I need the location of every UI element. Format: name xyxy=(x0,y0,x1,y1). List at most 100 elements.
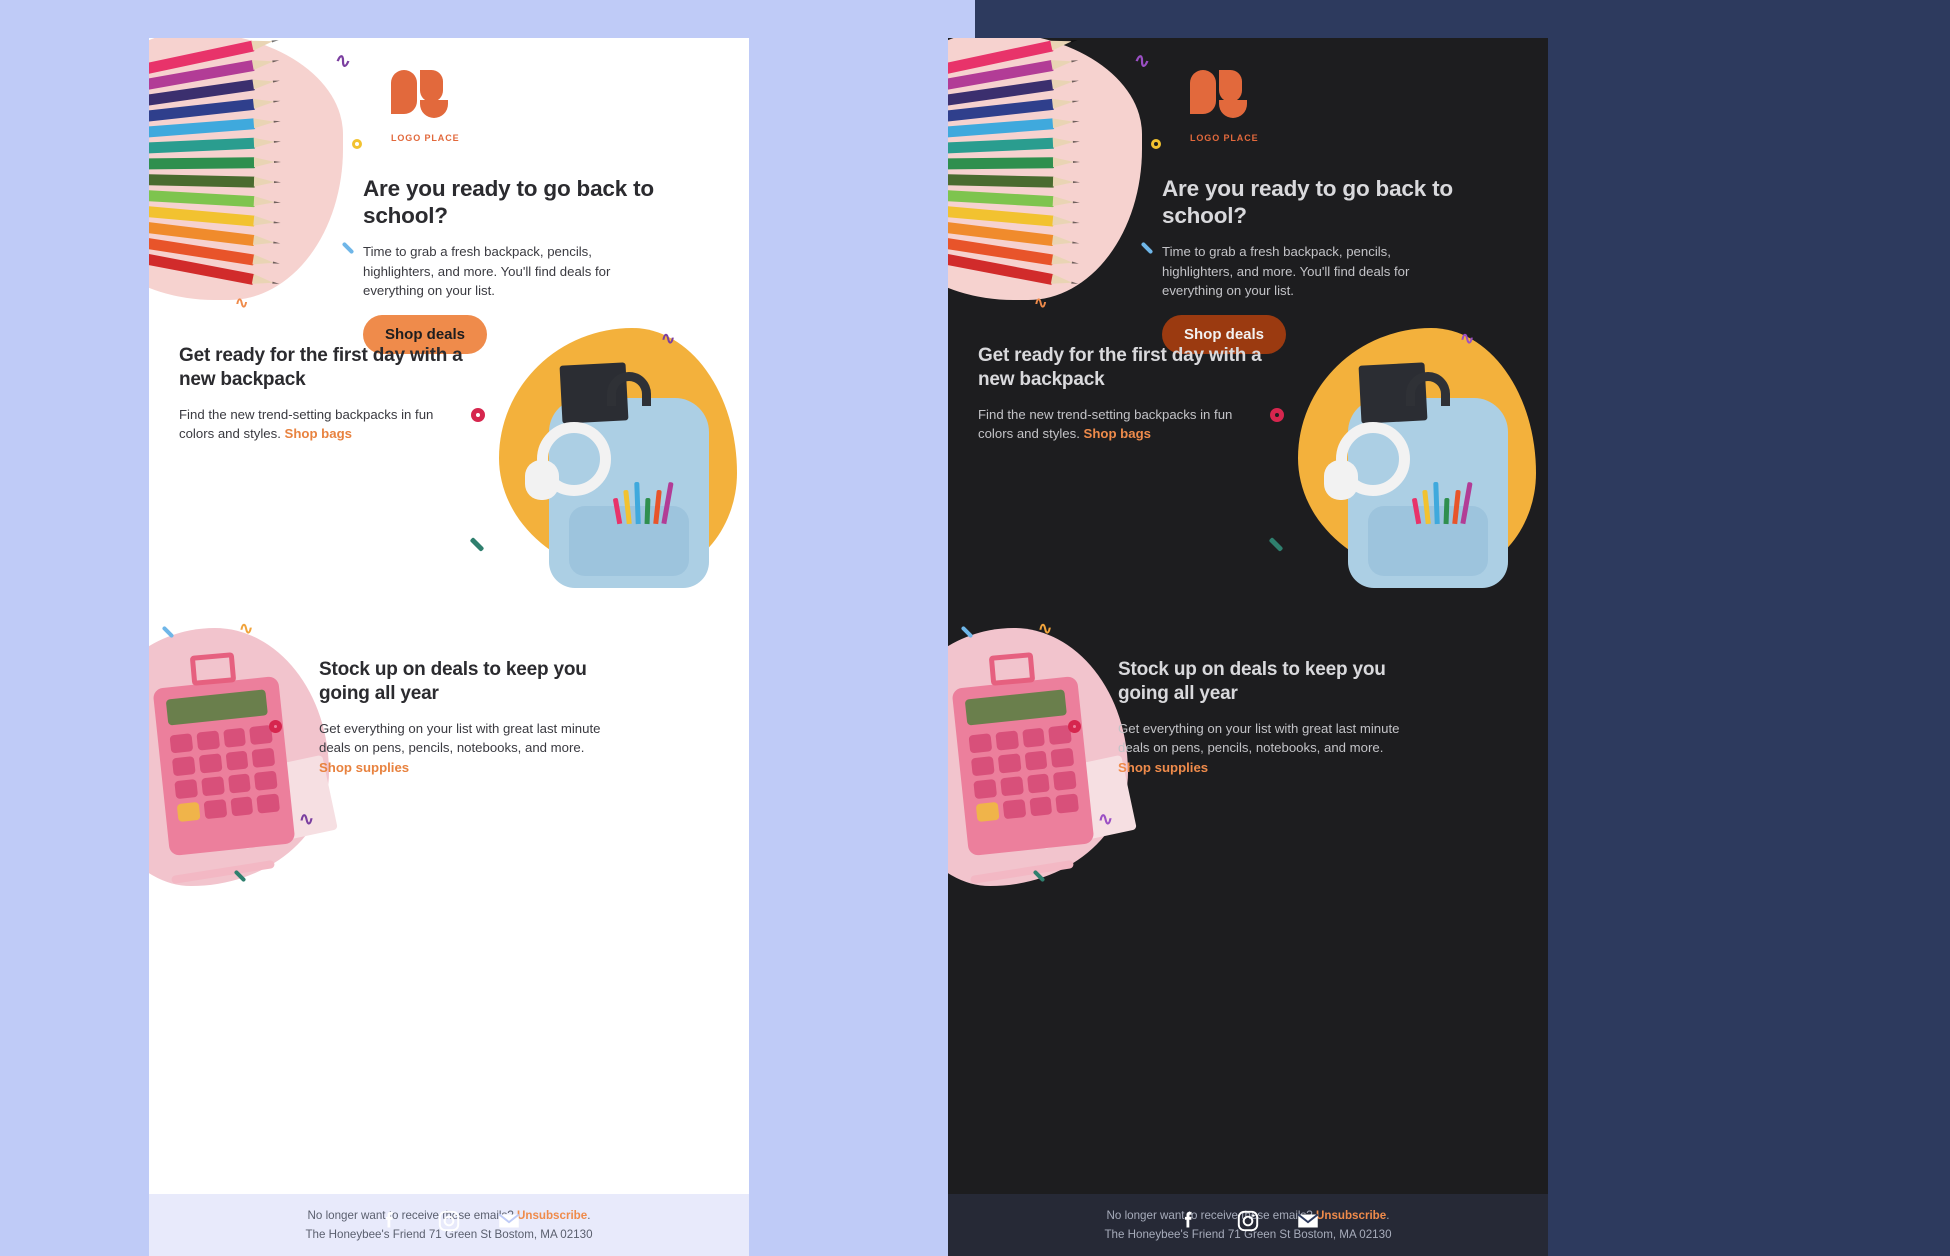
envelope-icon[interactable] xyxy=(496,1208,522,1234)
shop-supplies-link-dark[interactable]: Shop supplies xyxy=(1118,760,1208,775)
red-ring-doodle-2-dark xyxy=(1068,720,1081,733)
purple-squiggle-doodle-2-dark: ∿ xyxy=(1460,329,1475,348)
email-preview-dark: ∿ ∿ LOGO PLACE Are you ready to go back … xyxy=(948,38,1548,1256)
headphone-earcup-dark xyxy=(1324,460,1358,500)
backpack-pen xyxy=(634,481,641,525)
logo-leaf-bottom-right-dark xyxy=(1219,100,1247,118)
logo-mark-icon xyxy=(391,70,448,128)
backpack-artwork xyxy=(471,320,749,618)
instagram-icon-dark[interactable] xyxy=(1235,1208,1261,1234)
backpack-pen xyxy=(612,497,623,525)
yellow-ring-doodle xyxy=(352,139,362,149)
hero-artwork-dark xyxy=(948,38,1162,320)
hero-body: Time to grab a fresh backpack, pencils, … xyxy=(363,244,611,299)
supplies-body: Get everything on your list with great l… xyxy=(319,719,619,778)
backpack-copy: Get ready for the first day with a new b… xyxy=(179,344,469,444)
backpack-section: Get ready for the first day with a new b… xyxy=(149,320,749,618)
shop-supplies-link[interactable]: Shop supplies xyxy=(319,760,409,775)
supplies-copy: Stock up on deals to keep you going all … xyxy=(319,658,629,777)
hero-section-dark: ∿ ∿ LOGO PLACE Are you ready to go back … xyxy=(948,38,1548,354)
pencil xyxy=(948,173,1055,188)
backpack-pen xyxy=(661,481,674,525)
backpack-pencils xyxy=(612,481,677,525)
hero-headline: Are you ready to go back to school? xyxy=(363,176,654,228)
green-cross-doodle-dark xyxy=(1268,537,1284,558)
orange-squiggle-doodle-2: ∿ xyxy=(239,619,254,638)
logo-leaf-top-right xyxy=(420,70,443,102)
backpack-pen xyxy=(1422,489,1431,525)
calculator-keys xyxy=(169,724,281,823)
calculator-screen xyxy=(165,689,268,726)
backpack-section-dark: Get ready for the first day with a new b… xyxy=(948,320,1548,618)
hero-copy: LOGO PLACE Are you ready to go back to s… xyxy=(363,38,749,354)
pencil xyxy=(149,187,256,208)
backpack-copy-dark: Get ready for the first day with a new b… xyxy=(978,344,1268,444)
supplies-headline-dark: Stock up on deals to keep you going all … xyxy=(1118,659,1386,704)
dark-theme-pane: ∿ ∿ LOGO PLACE Are you ready to go back … xyxy=(948,0,1950,1256)
supplies-copy-dark: Stock up on deals to keep you going all … xyxy=(1118,658,1428,777)
envelope-icon-dark[interactable] xyxy=(1295,1208,1321,1234)
logo-leaf-left xyxy=(391,70,417,114)
backpack-pen xyxy=(1460,481,1473,525)
orange-squiggle-doodle: ∿ xyxy=(235,295,249,312)
red-ring-doodle xyxy=(471,408,485,422)
light-theme-pane: ∿ ∿ LOGO PLACE Are you ready to go back … xyxy=(0,0,975,1256)
logo-label-dark: LOGO PLACE xyxy=(1190,133,1259,143)
colored-pencils-image-dark xyxy=(948,40,1128,306)
binder-clip-shape xyxy=(189,652,237,686)
supplies-section: ∿ ∿ Stock up on deals to keep you going … xyxy=(149,618,749,908)
supplies-body-text-dark: Get everything on your list with great l… xyxy=(1118,720,1400,756)
supplies-body-text: Get everything on your list with great l… xyxy=(319,720,601,756)
logo[interactable]: LOGO PLACE xyxy=(391,70,479,143)
pencil xyxy=(149,157,256,170)
backpack-pen xyxy=(1452,489,1461,525)
hero-copy-dark: LOGO PLACE Are you ready to go back to s… xyxy=(1162,38,1548,354)
backpack-pen xyxy=(653,489,662,525)
backpack-pencils-dark xyxy=(1411,481,1476,525)
green-cross-doodle xyxy=(469,537,485,558)
shop-bags-link[interactable]: Shop bags xyxy=(285,426,352,441)
green-cross-doodle-2-dark xyxy=(1032,869,1046,888)
backpack-pen xyxy=(623,489,632,525)
blue-cross-doodle-2 xyxy=(161,625,175,644)
pencil xyxy=(948,137,1055,156)
hero-artwork xyxy=(149,38,363,320)
supplies-headline: Stock up on deals to keep you going all … xyxy=(319,659,587,704)
logo-dark[interactable]: LOGO PLACE xyxy=(1190,70,1278,143)
social-bar-light xyxy=(149,1186,749,1256)
hero-body-dark: Time to grab a fresh backpack, pencils, … xyxy=(1162,244,1410,299)
instagram-icon[interactable] xyxy=(436,1208,462,1234)
pencil xyxy=(948,157,1055,170)
supplies-body-dark: Get everything on your list with great l… xyxy=(1118,719,1418,778)
purple-squiggle-doodle-3-dark: ∿ xyxy=(1098,809,1114,829)
supplies-section-dark: ∿ ∿ Stock up on deals to keep you going … xyxy=(948,618,1548,908)
logo-leaf-bottom-right xyxy=(420,100,448,118)
blue-cross-doodle-2-dark xyxy=(960,625,974,644)
pencil xyxy=(149,137,256,156)
backpack-image xyxy=(525,362,709,588)
purple-squiggle-doodle-2: ∿ xyxy=(661,329,676,348)
red-ring-doodle-dark xyxy=(1270,408,1284,422)
backpack-artwork-dark xyxy=(1270,320,1548,618)
blue-cross-doodle-dark xyxy=(1140,241,1154,260)
green-cross-doodle-2 xyxy=(233,869,247,888)
pencil xyxy=(948,187,1055,208)
hero-headline-dark: Are you ready to go back to school? xyxy=(1162,176,1453,228)
calculator-screen-dark xyxy=(964,689,1067,726)
shop-bags-link-dark[interactable]: Shop bags xyxy=(1084,426,1151,441)
blue-cross-doodle xyxy=(341,241,355,260)
facebook-icon[interactable] xyxy=(376,1208,402,1234)
pencil xyxy=(149,173,256,188)
backpack-pen xyxy=(644,497,651,525)
calculator-image xyxy=(152,675,296,857)
backpack-body: Find the new trend-setting backpacks in … xyxy=(179,405,469,444)
backpack-body-dark: Find the new trend-setting backpacks in … xyxy=(978,405,1268,444)
facebook-icon-dark[interactable] xyxy=(1175,1208,1201,1234)
backpack-headline: Get ready for the first day with a new b… xyxy=(179,345,463,390)
calculator-image-dark xyxy=(951,675,1095,857)
pencil xyxy=(149,118,256,141)
social-bar-dark xyxy=(948,1186,1548,1256)
orange-squiggle-doodle-2-dark: ∿ xyxy=(1038,619,1053,638)
logo-leaf-top-right-dark xyxy=(1219,70,1242,102)
